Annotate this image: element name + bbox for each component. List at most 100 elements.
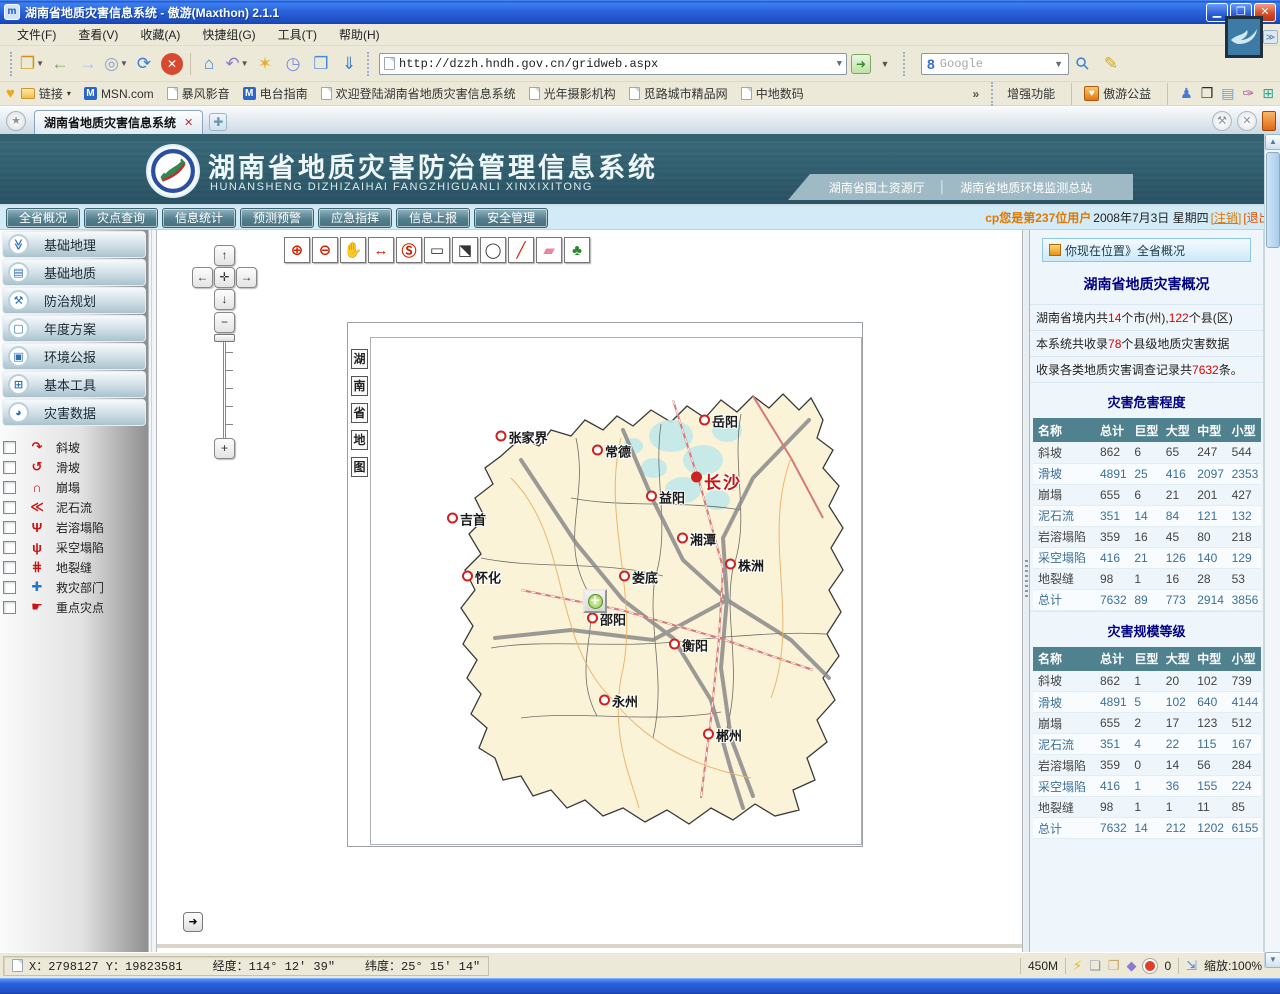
stop-button[interactable]: ✕ xyxy=(161,53,183,75)
links-bar-item[interactable]: 链接▾ xyxy=(21,85,71,102)
map-add-point-button[interactable]: ＋ xyxy=(583,589,607,613)
pan-left-button[interactable]: ← xyxy=(192,267,213,288)
menu-item[interactable]: 查看(V) xyxy=(69,24,127,45)
sidebar-section-基本工具[interactable]: ⊞基本工具 xyxy=(2,371,146,398)
magic-wand-button[interactable]: ✶ xyxy=(252,51,278,77)
full-extent-tool[interactable]: ♣ xyxy=(564,237,590,263)
split-window-icon[interactable]: ❒ xyxy=(1201,85,1214,102)
nav-tab-7[interactable]: 安全管理 xyxy=(474,208,548,228)
menu-item[interactable]: 文件(F) xyxy=(8,24,65,45)
forward-button[interactable]: → xyxy=(75,51,101,77)
undo-button-caret[interactable]: ▼ xyxy=(241,59,249,68)
plugin-grid-icon[interactable]: ⊞ xyxy=(1262,85,1274,102)
panel-expand-button[interactable]: ➜ xyxy=(183,912,203,932)
back-button[interactable]: ← xyxy=(47,51,73,77)
clock-button[interactable]: ◷ xyxy=(280,51,306,77)
layer-checkbox[interactable] xyxy=(3,561,16,574)
favorites-heart-icon[interactable]: ♥ xyxy=(6,85,15,102)
notes-icon[interactable]: ▤ xyxy=(1221,85,1234,102)
eraser-tool[interactable]: ▰ xyxy=(536,237,562,263)
banner-link-station[interactable]: 湖南省地质环境监测总站 xyxy=(946,179,1106,196)
history-dropdown-button-caret[interactable]: ▼ xyxy=(120,59,128,68)
address-url[interactable]: http://dzzh.hndh.gov.cn/gridweb.aspx xyxy=(399,57,658,71)
tab-tools-button[interactable]: ⚒ xyxy=(1212,111,1232,131)
layer-checkbox[interactable] xyxy=(3,581,16,594)
toolbar-collapse-icon[interactable]: ≫ xyxy=(1263,30,1278,44)
pan-up-button[interactable]: ↑ xyxy=(214,245,235,266)
links-bar-item[interactable]: 欢迎登陆湖南省地质灾害信息系统 xyxy=(321,85,516,102)
measure-tool[interactable]: ↔ xyxy=(368,237,394,263)
right-panel-splitter[interactable] xyxy=(1022,230,1030,952)
links-bar-item[interactable]: M电台指南 xyxy=(243,85,308,102)
ad-blocker-icon[interactable] xyxy=(1143,959,1157,973)
tab-closeall-button[interactable]: ✕ xyxy=(1237,111,1257,131)
zoom-in-step-button[interactable]: + xyxy=(214,438,235,459)
window-layout-button[interactable]: ❒ xyxy=(308,51,334,77)
zoom-slider-handle[interactable] xyxy=(214,334,235,342)
scroll-up-arrow[interactable]: ▲ xyxy=(1265,134,1280,150)
pan-down-button[interactable]: ↓ xyxy=(214,289,235,310)
new-page-button-caret[interactable]: ▼ xyxy=(36,59,44,68)
zoom-out-tool[interactable]: ⊖ xyxy=(312,237,338,263)
pan-tool[interactable]: ✋ xyxy=(340,237,366,263)
nav-tab-5[interactable]: 应急指挥 xyxy=(318,208,392,228)
banner-link-dept[interactable]: 湖南省国土资源厅 xyxy=(815,179,939,196)
nav-tab-3[interactable]: 信息统计 xyxy=(162,208,236,228)
tab-scroll-button[interactable] xyxy=(1262,111,1276,131)
zoom-control[interactable]: 缩放:100% ▼ xyxy=(1204,957,1273,974)
pan-center-button[interactable]: ✛ xyxy=(214,267,235,288)
sidebar-section-基础地质[interactable]: ▤基础地质 xyxy=(2,259,146,286)
go-button[interactable]: ➜ xyxy=(851,54,871,74)
nav-tab-6[interactable]: 信息上报 xyxy=(396,208,470,228)
scroll-down-arrow[interactable]: ▼ xyxy=(1265,952,1280,968)
links-bar-item[interactable]: 中地数码 xyxy=(741,85,804,102)
link-dropdown-icon[interactable]: ▾ xyxy=(67,89,71,98)
undo-button[interactable]: ↶▼ xyxy=(224,51,250,77)
address-dropdown-icon[interactable]: ▼ xyxy=(837,59,842,69)
search-dropdown-icon[interactable]: ▼ xyxy=(1054,59,1063,69)
new-tab-button[interactable]: ✚ xyxy=(209,113,227,131)
history-dropdown-button[interactable]: ◎▼ xyxy=(103,51,129,77)
draw-line-tool[interactable]: ╱ xyxy=(508,237,534,263)
select-circle-tool[interactable]: ◯ xyxy=(480,237,506,263)
sidebar-splitter[interactable] xyxy=(148,230,157,952)
pen-tools-icon[interactable]: ✑ xyxy=(1243,85,1255,102)
nav-tab-1[interactable]: 全省概况 xyxy=(6,208,80,228)
sidebar-section-年度方案[interactable]: ▢年度方案 xyxy=(2,315,146,342)
tab-active[interactable]: 湖南省地质灾害信息系统 ✕ xyxy=(34,110,203,134)
sidebar-section-基础地理[interactable]: ≫基础地理 xyxy=(2,231,146,258)
nav-tab-4[interactable]: 预测预警 xyxy=(240,208,314,228)
links-bar-item[interactable]: 暴风影音 xyxy=(167,85,230,102)
layer-checkbox[interactable] xyxy=(3,481,16,494)
select-polygon-tool[interactable]: ⬔ xyxy=(452,237,478,263)
layer-checkbox[interactable] xyxy=(3,501,16,514)
links-bar-right-item[interactable]: 增强功能 xyxy=(1007,85,1055,102)
sidebar-section-环境公报[interactable]: ▣环境公报 xyxy=(2,343,146,370)
sidebar-section-防治规划[interactable]: ⚒防治规划 xyxy=(2,287,146,314)
scrollbar-thumb[interactable] xyxy=(1266,152,1280,248)
go-dropdown-icon[interactable]: ▼ xyxy=(872,51,898,77)
boost-icon[interactable]: ⚡ xyxy=(1073,958,1082,974)
user-icon[interactable]: ♟ xyxy=(1180,85,1193,102)
home-button[interactable]: ⌂ xyxy=(196,51,222,77)
sidebar-section-灾害数据[interactable]: ◕灾害数据 xyxy=(2,399,146,426)
links-bar-item[interactable]: MMSN.com xyxy=(84,87,154,101)
layer-checkbox[interactable] xyxy=(3,441,16,454)
links-bar-right-item[interactable]: ♥傲游公益 xyxy=(1084,85,1151,102)
session-link[interactable]: [注销] xyxy=(1211,209,1242,226)
zoom-out-step-button[interactable]: − xyxy=(214,312,235,333)
refresh-button[interactable]: ⟳ xyxy=(131,51,157,77)
layer-checkbox[interactable] xyxy=(3,601,16,614)
page-scrollbar[interactable]: ▲ ▼ xyxy=(1264,134,1280,968)
layer-checkbox[interactable] xyxy=(3,521,16,534)
tab-close-icon[interactable]: ✕ xyxy=(184,116,193,129)
popup-blocker-icon[interactable]: ❏ xyxy=(1089,958,1101,974)
highlight-button[interactable]: ✎ xyxy=(1098,51,1124,77)
scale-tool[interactable]: Ⓢ xyxy=(396,237,422,263)
layer-checkbox[interactable] xyxy=(3,461,16,474)
content-filter-icon[interactable]: ◆ xyxy=(1126,958,1136,974)
nav-tab-2[interactable]: 灾点查询 xyxy=(84,208,158,228)
new-window-filter-icon[interactable]: ❐ xyxy=(1108,958,1120,974)
menu-item[interactable]: 快捷组(G) xyxy=(193,24,264,45)
search-input[interactable]: 8 Google ▼ xyxy=(921,53,1069,75)
